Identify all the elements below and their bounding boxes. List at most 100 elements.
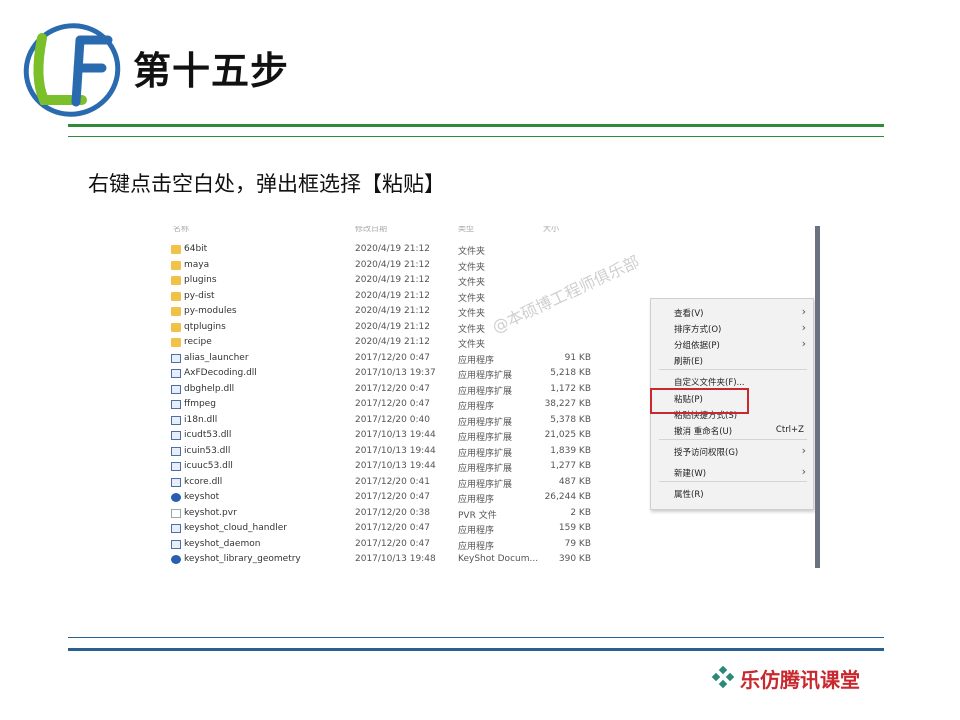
file-type: 应用程序扩展 <box>458 386 513 397</box>
folder-icon <box>171 338 181 347</box>
dll-icon <box>171 462 181 471</box>
file-size: 1,172 KB <box>550 383 591 394</box>
file-name: keyshot_cloud_handler <box>184 523 287 533</box>
menu-item[interactable]: 新建(W) › <box>674 465 806 480</box>
file-date: 2017/12/20 0:47 <box>355 383 430 394</box>
menu-item-label: 新建(W) <box>674 469 707 479</box>
chevron-right-icon: › <box>801 465 806 478</box>
file-row[interactable]: dbghelp.dll 2017/12/20 0:47 应用程序扩展 1,172 KB <box>165 382 635 397</box>
file-name: keyshot <box>184 492 220 502</box>
header-date[interactable]: 修改日期 <box>355 226 387 234</box>
exe-icon <box>171 539 181 549</box>
menu-item[interactable]: 刷新(E) <box>674 353 804 368</box>
file-type: 文件夹 <box>458 247 486 257</box>
file-date: 2020/4/19 21:12 <box>355 306 430 316</box>
file-size: 38,227 KB <box>544 399 591 409</box>
file-type: 应用程序扩展 <box>458 448 513 459</box>
file-size: 390 KB <box>558 554 591 564</box>
menu-item-label: 分组依据(P) <box>674 341 720 351</box>
file-date: 2020/4/19 21:12 <box>355 290 430 301</box>
file-type: PVR 文件 <box>458 510 497 521</box>
file-date: 2017/12/20 0:47 <box>355 352 430 363</box>
file-name: dbghelp.dll <box>184 383 235 394</box>
file-name: icuin53.dll <box>184 445 231 456</box>
file-row[interactable]: keyshot_cloud_handler 2017/12/20 0:47 应用程序… <box>165 521 635 536</box>
file-row[interactable]: keyshot 2017/12/20 0:47 应用程序 26,244 KB <box>165 490 635 505</box>
menu-separator <box>659 369 807 370</box>
file-date: 2017/12/20 0:41 <box>355 476 430 487</box>
dll-icon <box>171 446 181 456</box>
file-type: 应用程序 <box>458 526 495 536</box>
file-row[interactable]: ffmpeg 2017/12/20 0:47 应用程序 38,227 KB <box>165 397 635 412</box>
file-name: 64bit <box>184 244 208 254</box>
file-row[interactable]: AxFDecoding.dll 2017/10/13 19:37 应用程序扩展 5,2… <box>165 366 635 381</box>
file-row[interactable]: icudt53.dll 2017/10/13 19:44 应用程序扩展 21,025 … <box>165 428 635 443</box>
chevron-right-icon: › <box>801 305 806 318</box>
slide-title: 第十五步 <box>133 49 290 93</box>
header-name[interactable]: 名称 <box>173 226 189 234</box>
file-date: 2020/4/19 21:12 <box>355 275 430 285</box>
file-name: icudt53.dll <box>184 430 232 440</box>
folder-icon <box>171 291 181 301</box>
file-row[interactable]: recipe 2020/4/19 21:12 文件夹 <box>165 335 635 350</box>
lf-logo <box>23 23 121 117</box>
keyshot-icon <box>171 555 181 564</box>
file-name: kcore.dll <box>184 476 223 487</box>
file-date: 2020/4/19 21:12 <box>355 337 430 347</box>
header-type[interactable]: 类型 <box>458 226 474 234</box>
title-rule-thick <box>68 124 884 127</box>
file-date: 2017/12/20 0:40 <box>355 414 430 425</box>
file-name: maya <box>184 259 210 270</box>
file-size: 1,839 KB <box>550 445 591 456</box>
folder-icon <box>171 307 181 316</box>
file-row[interactable]: qtplugins 2020/4/19 21:12 文件夹 <box>165 320 635 335</box>
file-row[interactable]: 64bit 2020/4/19 21:12 文件夹 <box>165 242 635 257</box>
folder-icon <box>171 245 181 254</box>
chevron-right-icon: › <box>801 444 806 457</box>
column-headers: 名称 修改日期 类型 大小 <box>165 226 805 234</box>
file-date: 2017/12/20 0:47 <box>355 399 430 409</box>
menu-item[interactable]: 分组依据(P) › <box>674 337 806 352</box>
menu-item-label: 查看(V) <box>674 309 704 319</box>
dll-icon <box>171 369 181 378</box>
file-type: 文件夹 <box>458 324 486 335</box>
footer-rule-thin <box>68 637 884 638</box>
chevron-right-icon: › <box>801 337 806 350</box>
window-edge <box>815 226 820 568</box>
file-row[interactable]: kcore.dll 2017/12/20 0:41 应用程序扩展 487 KB <box>165 475 635 490</box>
file-size: 21,025 KB <box>544 430 591 440</box>
file-row[interactable]: keyshot_daemon 2017/12/20 0:47 应用程序 79 KB <box>165 537 635 552</box>
dll-icon <box>171 384 181 394</box>
menu-item[interactable]: 属性(R) <box>674 486 804 501</box>
file-row[interactable]: icuuc53.dll 2017/10/13 19:44 应用程序扩展 1,277 K… <box>165 459 635 474</box>
menu-item[interactable]: 授予访问权限(G) › <box>674 444 806 459</box>
file-name: recipe <box>184 337 212 347</box>
file-row[interactable]: icuin53.dll 2017/10/13 19:44 应用程序扩展 1,839 K… <box>165 444 635 459</box>
file-size: 26,244 KB <box>544 492 591 502</box>
title-rule-thin <box>68 136 884 137</box>
file-type: 应用程序扩展 <box>458 464 513 474</box>
file-type: 应用程序扩展 <box>458 371 513 381</box>
header-size[interactable]: 大小 <box>543 226 559 234</box>
file-row[interactable]: i18n.dll 2017/12/20 0:40 应用程序扩展 5,378 KB <box>165 413 635 428</box>
chevron-right-icon: › <box>801 321 806 334</box>
file-row[interactable]: maya 2020/4/19 21:12 文件夹 <box>165 258 635 273</box>
file-date: 2017/10/13 19:44 <box>355 461 436 471</box>
menu-separator <box>659 481 807 482</box>
exe-icon <box>171 400 181 409</box>
menu-item[interactable]: 自定义文件夹(F)... <box>674 374 804 389</box>
file-row[interactable]: keyshot_library_geometry 2017/10/13 19:48… <box>165 552 635 567</box>
file-row[interactable]: alias_launcher 2017/12/20 0:47 应用程序 91 KB <box>165 351 635 366</box>
file-size: 1,277 KB <box>550 461 591 471</box>
file-size: 487 KB <box>558 476 591 487</box>
file-size: 5,218 KB <box>550 368 591 378</box>
file-name: py-modules <box>184 306 237 316</box>
menu-item[interactable]: 排序方式(O) › <box>674 321 806 336</box>
menu-item-label: 排序方式(O) <box>674 325 722 335</box>
file-row[interactable]: keyshot.pvr 2017/12/20 0:38 PVR 文件 2 KB <box>165 506 635 521</box>
file-type: 文件夹 <box>458 278 486 288</box>
menu-item[interactable]: 查看(V) › <box>674 305 806 320</box>
file-size: 2 KB <box>570 507 591 518</box>
file-size: 159 KB <box>558 523 591 533</box>
menu-item[interactable]: 撤消 重命名(U) Ctrl+Z <box>674 423 804 438</box>
